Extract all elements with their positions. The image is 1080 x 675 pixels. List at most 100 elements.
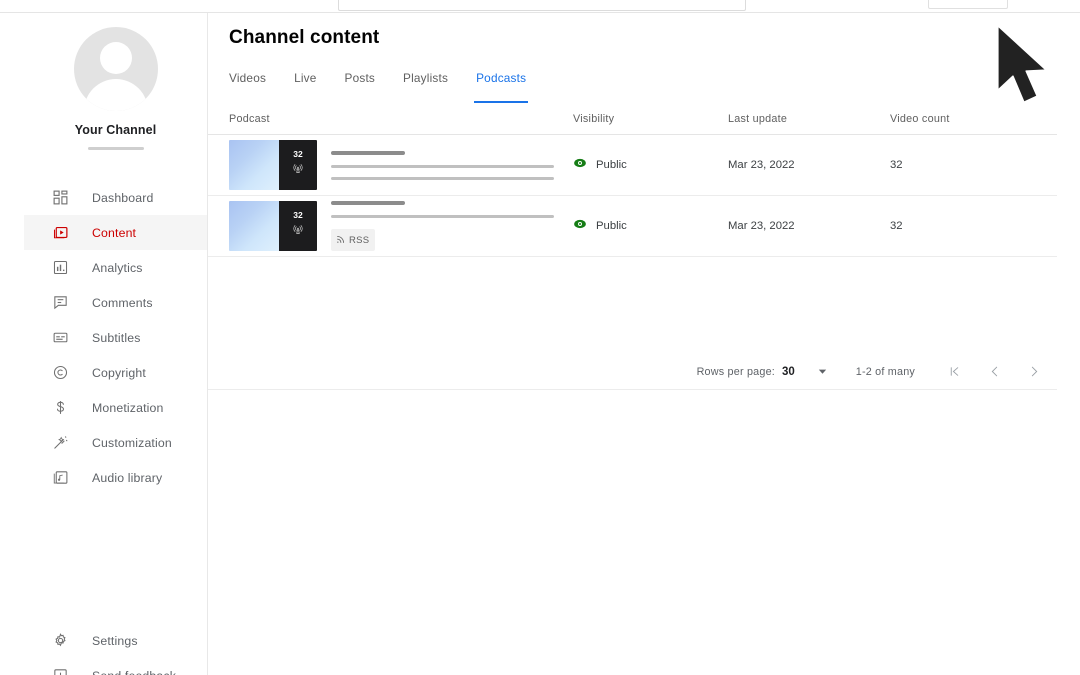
visibility-label: Public [596, 220, 627, 232]
sidebar-nav: Dashboard Content Analytics Comments Sub… [24, 180, 207, 495]
analytics-icon [50, 258, 70, 278]
podcasts-table: Podcast Visibility Last update Video cou… [208, 103, 1057, 390]
last-update-cell: Mar 23, 2022 [728, 220, 795, 232]
tab-playlists[interactable]: Playlists [403, 71, 448, 103]
podcast-description-placeholder [331, 215, 554, 218]
dashboard-icon [50, 188, 70, 208]
global-search-input[interactable] [338, 0, 746, 11]
tab-live[interactable]: Live [294, 71, 316, 103]
first-page-icon[interactable] [945, 363, 963, 381]
table-header-row: Podcast Visibility Last update Video cou… [208, 103, 1057, 135]
thumbnail-episode-count: 32 [293, 210, 303, 221]
default-avatar-icon [73, 27, 158, 111]
sidebar-item-label: Customization [92, 435, 172, 450]
sidebar-item-dashboard[interactable]: Dashboard [24, 180, 207, 215]
sidebar-item-settings[interactable]: Settings [24, 623, 207, 658]
public-eye-icon [573, 156, 587, 175]
podcast-thumbnail-badge: 32 [279, 140, 317, 190]
podcast-cell: 32 [229, 201, 573, 251]
column-header-last-update: Last update [728, 112, 788, 125]
rss-label: RSS [349, 234, 370, 246]
sidebar-item-send-feedback[interactable]: Send feedback [24, 658, 207, 675]
sidebar-bottom-nav: Settings Send feedback [24, 623, 207, 675]
left-rail [0, 13, 24, 675]
pagination-range: 1-2 of many [855, 365, 915, 378]
column-header-video-count: Video count [890, 112, 950, 125]
sidebar-item-monetization[interactable]: Monetization [24, 390, 207, 425]
sidebar-item-label: Send feedback [92, 669, 176, 675]
podcast-description-placeholder [331, 164, 554, 168]
thumbnail-episode-count: 32 [293, 149, 303, 160]
subtitles-icon [50, 328, 70, 348]
sidebar-item-label: Copyright [92, 365, 146, 380]
last-update-cell: Mar 23, 2022 [728, 159, 795, 171]
podcast-title-placeholder [331, 150, 405, 155]
video-count-cell: 32 [890, 159, 903, 171]
sidebar-item-label: Dashboard [92, 190, 154, 205]
sidebar-item-label: Content [92, 225, 137, 240]
visibility-cell[interactable]: Public [573, 156, 728, 175]
pagination-bar: Rows per page: 30 1-2 of many [208, 354, 1057, 390]
sidebar-item-audio-library[interactable]: Audio library [24, 460, 207, 495]
youtube-studio-window: Your Channel Dashboard Content Analytics… [0, 0, 1080, 675]
sidebar-item-label: Monetization [92, 400, 164, 415]
sidebar-item-comments[interactable]: Comments [24, 285, 207, 320]
podcast-cell: 32 [229, 140, 573, 190]
table-row[interactable]: 32 [208, 135, 1057, 196]
channel-header: Your Channel [24, 13, 207, 150]
channel-name: Your Channel [74, 123, 157, 137]
visibility-label: Public [596, 159, 627, 171]
podcast-cover-art [229, 201, 279, 251]
content-tabs: Videos Live Posts Playlists Podcasts [229, 71, 554, 103]
page-title: Channel content [229, 27, 380, 48]
top-bar [0, 0, 1080, 13]
sidebar-item-analytics[interactable]: Analytics [24, 250, 207, 285]
sidebar-item-label: Audio library [92, 470, 163, 485]
podcast-text-placeholders: RSS [331, 201, 573, 251]
main-content: Channel content Videos Live Posts Playli… [208, 13, 1080, 675]
content-play-icon [50, 223, 70, 243]
table-row[interactable]: 32 [208, 196, 1057, 257]
podcast-cover-art [229, 140, 279, 190]
magic-wand-icon [50, 433, 70, 453]
podcast-thumbnail-badge: 32 [279, 201, 317, 251]
podcast-description-placeholder [331, 176, 554, 180]
video-count-cell: 32 [890, 220, 903, 232]
sidebar-item-label: Subtitles [92, 330, 141, 345]
rss-icon [336, 231, 345, 249]
gear-icon [50, 631, 70, 651]
rss-badge[interactable]: RSS [331, 229, 376, 251]
sidebar-item-copyright[interactable]: Copyright [24, 355, 207, 390]
rows-per-page-label: Rows per page: [696, 365, 775, 378]
column-header-podcast: Podcast [229, 112, 270, 125]
sidebar-item-content[interactable]: Content [24, 215, 207, 250]
column-header-visibility: Visibility [573, 112, 615, 125]
podcast-thumbnail[interactable]: 32 [229, 201, 317, 251]
copyright-icon [50, 363, 70, 383]
tab-posts[interactable]: Posts [345, 71, 376, 103]
chevron-down-icon[interactable] [817, 366, 828, 377]
podcast-text-placeholders [331, 150, 573, 180]
podcast-thumbnail[interactable]: 32 [229, 140, 317, 190]
sidebar: Your Channel Dashboard Content Analytics… [24, 13, 208, 675]
tab-podcasts[interactable]: Podcasts [474, 71, 529, 103]
podcast-title-placeholder [331, 201, 405, 205]
podcast-broadcast-icon [292, 162, 304, 180]
sidebar-item-label: Comments [92, 295, 153, 310]
sidebar-item-customization[interactable]: Customization [24, 425, 207, 460]
dollar-icon [50, 398, 70, 418]
rows-per-page-value[interactable]: 30 [782, 366, 795, 378]
comments-icon [50, 293, 70, 313]
channel-subtitle-placeholder [87, 147, 144, 150]
sidebar-item-label: Settings [92, 633, 138, 648]
public-eye-icon [573, 217, 587, 236]
tab-videos[interactable]: Videos [229, 71, 266, 103]
sidebar-item-subtitles[interactable]: Subtitles [24, 320, 207, 355]
sidebar-item-label: Analytics [92, 260, 143, 275]
podcast-broadcast-icon [292, 223, 304, 241]
prev-page-icon[interactable] [985, 363, 1003, 381]
create-button[interactable] [928, 0, 1008, 9]
visibility-cell[interactable]: Public [573, 217, 728, 236]
feedback-icon [50, 666, 70, 675]
next-page-icon[interactable] [1025, 363, 1043, 381]
